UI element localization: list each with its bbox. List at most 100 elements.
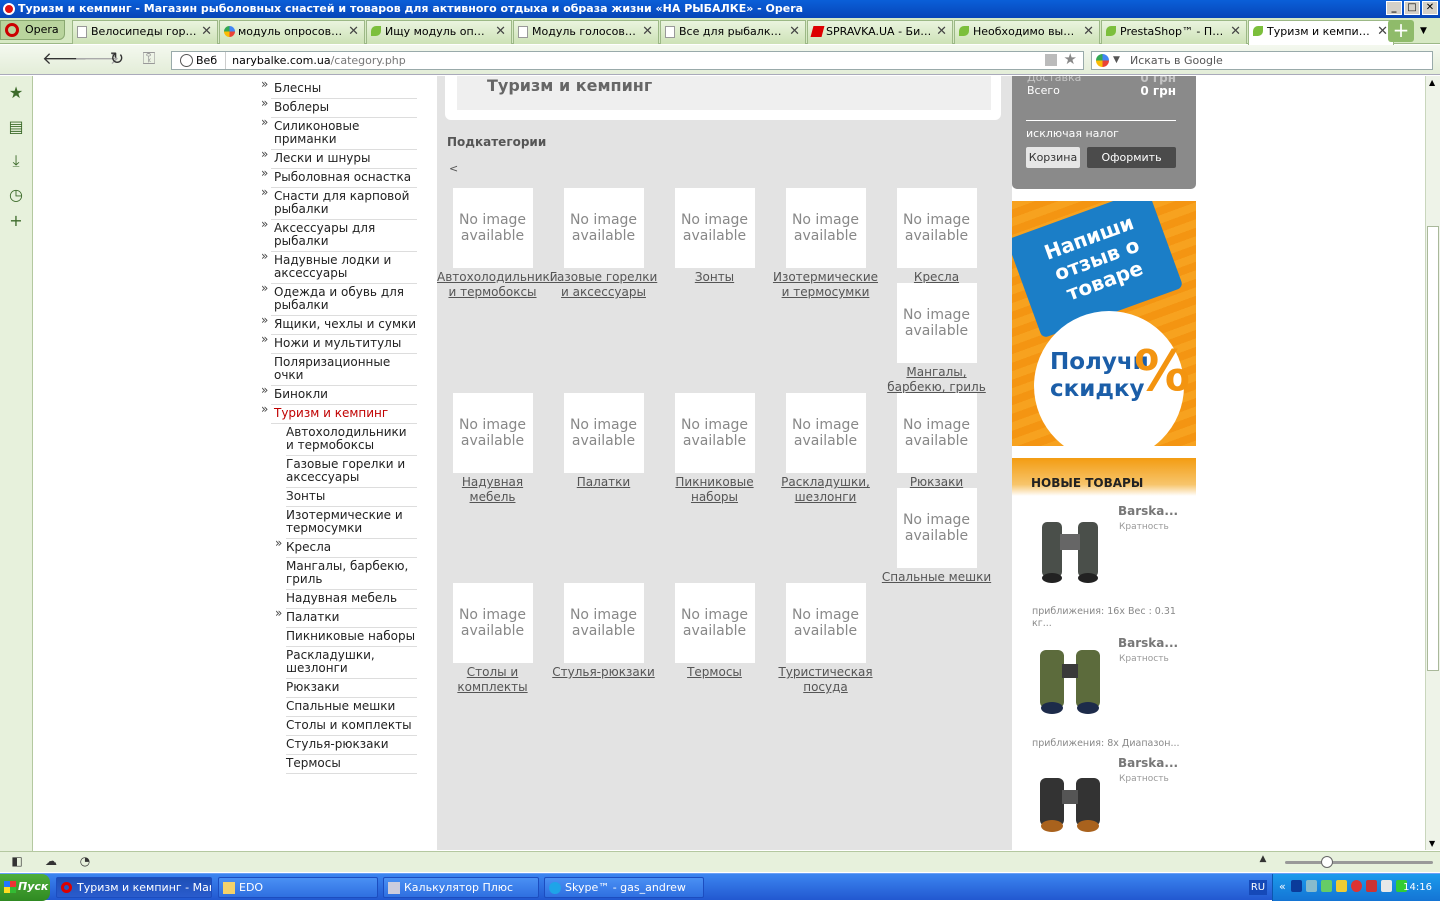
subcategory-link[interactable]: Изотермические и термосумки [770,270,881,300]
tray-expand-icon[interactable]: « [1279,880,1287,893]
no-image-placeholder[interactable]: No image available [674,188,755,268]
subcategory-menu-item[interactable]: » Палатки [275,607,417,628]
zoom-slider[interactable] [1285,856,1433,868]
subcategory-menu-item[interactable]: Изотермические и термосумки [286,507,417,539]
checkout-button[interactable]: Оформить [1087,147,1176,168]
subcategory-card[interactable]: No image available Кресла [881,188,992,285]
subcategory-menu-item[interactable]: Газовые горелки и аксессуары [286,456,417,488]
subcategory-link[interactable]: Спальные мешки [881,570,992,585]
no-image-placeholder[interactable]: No image available [896,188,977,268]
no-image-placeholder[interactable]: No image available [452,393,533,473]
no-image-placeholder[interactable]: No image available [896,393,977,473]
subcategory-menu-item[interactable]: Пикниковые наборы [286,628,417,647]
product-name[interactable]: Barska... [1118,756,1178,770]
subcategory-card[interactable]: No image available Рюкзаки [881,393,992,490]
subcategory-card[interactable]: No image available Спальные мешки [881,488,992,585]
binoculars-image[interactable] [1034,644,1108,719]
no-image-placeholder[interactable]: No image available [674,583,755,663]
close-tab-icon[interactable]: ✕ [348,21,359,43]
browser-tab[interactable]: Все для рыбалки, р... ✕ [660,20,806,44]
antivirus-tray-icon[interactable] [1351,880,1362,892]
taskbar-item-opera[interactable]: Туризм и кемпинг - Mar... [56,877,212,898]
no-image-placeholder[interactable]: No image available [563,393,644,473]
new-tab-button[interactable]: + [1388,20,1414,42]
browser-tab[interactable]: SPRAVKA.UA - Бизн... ✕ [807,20,953,44]
no-image-placeholder[interactable]: No image available [674,393,755,473]
product-name[interactable]: Barska... [1118,504,1178,518]
category-menu-item[interactable]: Поляризационные очки [271,354,417,386]
history-clock-icon[interactable]: ◷ [7,186,25,204]
no-image-placeholder[interactable]: No image available [785,583,866,663]
minimize-button[interactable]: _ [1386,1,1402,15]
language-indicator[interactable]: RU [1249,880,1267,895]
close-window-button[interactable]: ✕ [1422,1,1438,15]
category-menu-item[interactable]: » Бинокли [261,384,417,405]
mail-tray-icon[interactable] [1336,880,1347,892]
no-image-placeholder[interactable]: No image available [785,393,866,473]
save-tray-icon[interactable] [1291,880,1302,892]
subcategory-link[interactable]: Термосы [659,665,770,680]
product-name[interactable]: Barska... [1118,636,1178,650]
opera-menu-button[interactable]: Opera [0,20,65,40]
subcategory-card[interactable]: No image available Палатки [548,393,659,490]
no-image-placeholder[interactable]: No image available [785,188,866,268]
category-menu-item[interactable]: » Воблеры [261,97,417,118]
subcategory-link[interactable]: Палатки [548,475,659,490]
browser-tab[interactable]: модуль опросов дл... ✕ [219,20,365,44]
cart-button[interactable]: Корзина [1026,147,1080,168]
rss-icon[interactable] [1045,54,1057,66]
subcategory-menu-item[interactable]: Надувная мебель [286,590,417,609]
no-image-placeholder[interactable]: No image available [563,188,644,268]
tab-menu-chevron-icon[interactable]: ▼ [1420,26,1427,36]
subcategory-menu-item[interactable]: » Кресла [275,537,417,558]
close-tab-icon[interactable]: ✕ [495,21,506,43]
no-image-placeholder[interactable]: No image available [452,583,533,663]
subcategory-card[interactable]: No image available Туристическая посуда [770,583,881,695]
browser-tab[interactable]: Велосипеды горные... ✕ [72,20,218,44]
address-field[interactable]: Веб narybalke.com.ua/category.php ★ [171,51,1084,70]
notes-icon[interactable]: ▤ [7,118,25,136]
subcategory-card[interactable]: No image available Изотермические и термо… [770,188,881,300]
web-badge[interactable]: Веб [172,52,227,69]
maximize-button[interactable]: □ [1404,1,1420,15]
downloads-icon[interactable]: ⤓ [7,152,25,170]
subcategory-link[interactable]: Автохолодильники и термобоксы [437,270,558,300]
network-tray-icon[interactable] [1306,880,1317,892]
subcategory-menu-item[interactable]: Рюкзаки [286,679,417,698]
category-menu-item[interactable]: » Надувные лодки и аксессуары [261,250,417,284]
category-menu-item[interactable]: » Аксессуары для рыбалки [261,218,417,252]
no-image-placeholder[interactable]: No image available [896,488,977,568]
search-engine-dropdown-icon[interactable]: ▼ [1113,52,1120,69]
add-panel-icon[interactable]: + [7,212,25,230]
zoom-slider-knob[interactable] [1321,856,1333,868]
search-field[interactable]: ▼ Искать в Google [1091,51,1433,70]
subcategory-link[interactable]: Пикниковые наборы [659,475,770,505]
start-button[interactable]: Пуск [0,874,50,901]
category-menu-item[interactable]: » Рыболовная оснастка [261,167,417,188]
subcategory-card[interactable]: No image available Мангалы, барбекю, грил… [881,283,992,395]
subcategory-link[interactable]: Мангалы, барбекю, гриль [881,365,992,395]
browser-tab[interactable]: PrestaShop™ - Пане... ✕ [1101,20,1247,44]
scroll-down-arrow-icon[interactable]: ▼ [1429,839,1435,848]
panel-toggle-icon[interactable]: ◧ [8,854,26,870]
subcategory-card[interactable]: No image available Раскладушки, шезлонги [770,393,881,505]
review-promo-banner[interactable]: Напиши отзыв о товаре Получи скидку % [1012,201,1196,446]
forward-arrow-icon[interactable]: 🡒 [74,50,120,70]
subcategory-link[interactable]: Столы и комплекты [437,665,548,695]
binoculars-image[interactable] [1034,764,1108,839]
subcategory-menu-item[interactable]: Мангалы, барбекю, гриль [286,558,417,590]
subcategory-link[interactable]: Газовые горелки и аксессуары [548,270,659,300]
no-image-placeholder[interactable]: No image available [452,188,533,268]
subcategory-link[interactable]: Туристическая посуда [770,665,881,695]
subcategory-link[interactable]: Зонты [659,270,770,285]
subcategory-card[interactable]: No image available Автохолодильники и тер… [437,188,558,300]
security-tray-icon[interactable] [1321,880,1332,892]
close-tab-icon[interactable]: ✕ [789,21,800,43]
binoculars-image[interactable] [1034,512,1108,587]
subcategory-card[interactable]: No image available Газовые горелки и аксе… [548,188,659,300]
category-menu-item[interactable]: » Одежда и обувь для рыбалки [261,282,417,316]
browser-tab[interactable]: Ищу модуль опрос... ✕ [366,20,512,44]
taskbar-item-edo[interactable]: EDO [218,877,378,898]
taskbar-item-calculator[interactable]: Калькулятор Плюс [383,877,539,898]
close-tab-icon[interactable]: ✕ [642,21,653,43]
